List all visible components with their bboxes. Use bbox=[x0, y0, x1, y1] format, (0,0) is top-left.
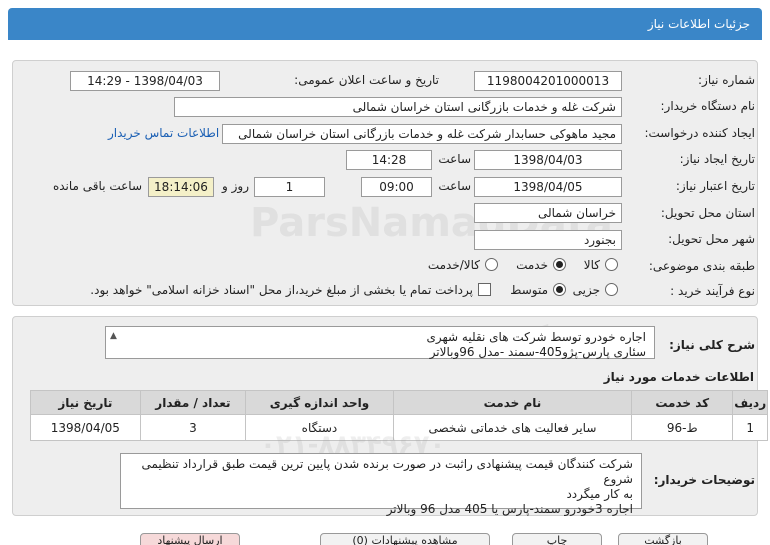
page-title: جزئیات اطلاعات نیاز bbox=[647, 17, 750, 31]
buyer-contact-link[interactable]: اطلاعات تماس خریدار bbox=[108, 126, 219, 140]
back-button-label: بازگشت bbox=[644, 534, 682, 545]
cell-need-date: 1398/04/05 bbox=[30, 414, 141, 441]
view-offers-button[interactable]: مشاهده پیشنهادات (0) bbox=[320, 533, 490, 545]
print-button[interactable]: چاپ bbox=[512, 533, 602, 545]
process-radio-minor[interactable] bbox=[605, 283, 618, 296]
created-date-field: 1398/04/03 bbox=[474, 150, 622, 170]
summary-label: شرح کلی نیاز: bbox=[669, 338, 755, 352]
category-option-goods-service: کالا/خدمت bbox=[427, 258, 480, 272]
cell-unit: دستگاه bbox=[245, 414, 394, 441]
view-offers-button-label: مشاهده پیشنهادات (0) bbox=[352, 534, 458, 545]
city-label: شهر محل تحویل: bbox=[668, 232, 755, 246]
process-radio-medium[interactable] bbox=[553, 283, 566, 296]
cell-service-code: ط-96 bbox=[631, 414, 734, 441]
col-quantity: تعداد / مقدار bbox=[139, 390, 247, 415]
created-time-field: 14:28 bbox=[346, 150, 432, 170]
time-remaining-field: 18:14:06 bbox=[148, 177, 214, 197]
announce-field: 1398/04/03 - 14:29 bbox=[70, 71, 220, 91]
submit-offer-button-label: ارسال پیشنهاد bbox=[157, 534, 223, 545]
validity-date-field: 1398/04/05 bbox=[474, 177, 622, 197]
table-header-row: ردیف کد خدمت نام خدمت واحد اندازه گیری ت… bbox=[30, 390, 768, 415]
need-number-field: 1198004201000013 bbox=[474, 71, 622, 91]
cell-quantity: 3 bbox=[139, 414, 247, 441]
summary-line: سئاری پارس-پژو405-سمند -مدل 96وبالاتر bbox=[429, 345, 646, 359]
services-table: ردیف کد خدمت نام خدمت واحد اندازه گیری ت… bbox=[30, 390, 768, 441]
requester-field: مجید ماهوکی حسابدار شرکت غله و خدمات باز… bbox=[222, 124, 622, 144]
created-date-label: تاریخ ایجاد نیاز: bbox=[679, 152, 755, 166]
scroll-up-icon[interactable]: ▲ bbox=[110, 329, 117, 344]
category-radio-service[interactable] bbox=[553, 258, 566, 271]
back-button[interactable]: بازگشت bbox=[618, 533, 708, 545]
validity-time-field: 09:00 bbox=[361, 177, 432, 197]
category-radio-goods[interactable] bbox=[605, 258, 618, 271]
category-label: طبقه بندی موضوعی: bbox=[648, 259, 755, 273]
process-type-label: نوع فرآیند خرید : bbox=[670, 284, 755, 298]
notes-line: اجاره 3خودرو سمند-پارس یا 405 مدل 96 وبا… bbox=[386, 502, 633, 516]
days-label: روز و bbox=[222, 179, 249, 193]
buyer-notes-text: شرکت کنندگان قیمت پیشنهادی راثبت در صورت… bbox=[120, 453, 642, 516]
submit-offer-button[interactable]: ارسال پیشنهاد bbox=[140, 533, 240, 545]
province-label: استان محل تحویل: bbox=[660, 206, 755, 220]
category-option-goods: کالا bbox=[583, 258, 600, 272]
province-field: خراسان شمالی bbox=[474, 203, 622, 223]
col-service-name: نام خدمت bbox=[392, 390, 633, 415]
summary-line: اجاره خودرو توسط شرکت های نقلیه شهری bbox=[426, 330, 647, 344]
cell-service-name: سایر فعالیت های خدماتی شخصی bbox=[392, 414, 633, 441]
services-title: اطلاعات خدمات مورد نیاز bbox=[603, 370, 754, 384]
notes-line: به کار میگردد bbox=[566, 487, 633, 501]
page-header: جزئیات اطلاعات نیاز bbox=[8, 8, 762, 40]
col-unit: واحد اندازه گیری bbox=[245, 390, 394, 415]
validity-date-label: تاریخ اعتبار نیاز: bbox=[675, 179, 755, 193]
col-need-date: تاریخ نیاز bbox=[30, 390, 141, 415]
process-option-minor: جزیی bbox=[572, 283, 600, 297]
created-time-label: ساعت bbox=[438, 152, 471, 166]
notes-line: شرکت کنندگان قیمت پیشنهادی راثبت در صورت… bbox=[141, 457, 633, 486]
buyer-field: شرکت غله و خدمات بازرگانی استان خراسان ش… bbox=[174, 97, 622, 117]
treasury-payment-note: پرداخت تمام یا بخشی از مبلغ خرید،از محل … bbox=[90, 283, 473, 297]
summary-text: ▲ اجاره خودرو توسط شرکت های نقلیه شهری س… bbox=[105, 326, 655, 359]
print-button-label: چاپ bbox=[546, 534, 568, 545]
table-row: 1 ط-96 سایر فعالیت های خدماتی شخصی دستگا… bbox=[30, 414, 768, 441]
days-remaining-field: 1 bbox=[254, 177, 325, 197]
col-row: ردیف bbox=[732, 390, 768, 415]
city-field: بجنورد bbox=[474, 230, 622, 250]
validity-time-label: ساعت bbox=[438, 179, 471, 193]
notes-label: توضیحات خریدار: bbox=[653, 473, 755, 487]
need-number-label: شماره نیاز: bbox=[698, 73, 755, 87]
time-remaining-label: ساعت باقی مانده bbox=[52, 179, 142, 193]
category-option-service: خدمت bbox=[516, 258, 548, 272]
col-service-code: کد خدمت bbox=[631, 390, 734, 415]
category-radio-goods-service[interactable] bbox=[485, 258, 498, 271]
treasury-payment-checkbox[interactable] bbox=[478, 283, 491, 296]
cell-row: 1 bbox=[732, 414, 768, 441]
buyer-label: نام دستگاه خریدار: bbox=[660, 99, 756, 113]
requester-label: ایجاد کننده درخواست: bbox=[644, 126, 755, 140]
process-option-medium: متوسط bbox=[510, 283, 548, 297]
announce-label: تاریخ و ساعت اعلان عمومی: bbox=[294, 73, 439, 87]
